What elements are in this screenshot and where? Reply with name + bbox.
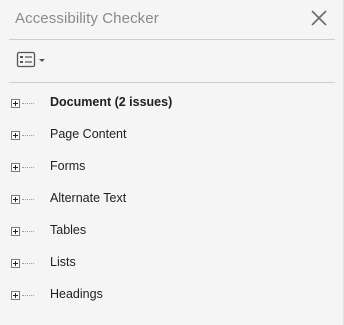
tree-item-alternate-text[interactable]: Alternate Text	[0, 184, 343, 214]
expand-plus-icon[interactable]	[11, 291, 20, 300]
expand-plus-icon[interactable]	[11, 99, 20, 108]
panel-title: Accessibility Checker	[15, 10, 159, 27]
options-list-icon	[16, 51, 45, 68]
tree-connector	[22, 135, 34, 137]
tree-item-forms[interactable]: Forms	[0, 152, 343, 182]
tree-item-label[interactable]: Document (2 issues)	[50, 95, 172, 109]
tree-item-document[interactable]: Document (2 issues)	[0, 88, 343, 118]
tree-connector	[22, 103, 34, 105]
tree-item-label[interactable]: Alternate Text	[50, 191, 126, 205]
accessibility-checker-panel: Accessibility Checker Document (2 issues…	[0, 0, 344, 325]
close-button[interactable]	[307, 7, 331, 31]
tree-connector	[22, 295, 34, 297]
tree-item-label[interactable]: Page Content	[50, 127, 126, 141]
expand-plus-icon[interactable]	[11, 259, 20, 268]
toolbar-divider	[9, 82, 335, 83]
tree-connector	[22, 167, 34, 169]
panel-toolbar	[0, 40, 343, 82]
close-icon	[311, 10, 327, 26]
tree-item-label[interactable]: Forms	[50, 159, 85, 173]
tree-item-lists[interactable]: Lists	[0, 248, 343, 278]
expand-plus-icon[interactable]	[11, 227, 20, 236]
expand-plus-icon[interactable]	[11, 163, 20, 172]
tree-connector	[22, 263, 34, 265]
panel-header: Accessibility Checker	[0, 0, 343, 39]
expand-plus-icon[interactable]	[11, 131, 20, 140]
tree-connector	[22, 199, 34, 201]
tree-item-tables[interactable]: Tables	[0, 216, 343, 246]
tree-item-headings[interactable]: Headings	[0, 280, 343, 310]
tree-item-page-content[interactable]: Page Content	[0, 120, 343, 150]
expand-plus-icon[interactable]	[11, 195, 20, 204]
tree-connector	[22, 231, 34, 233]
options-menu-button[interactable]	[14, 51, 50, 71]
tree-item-label[interactable]: Headings	[50, 287, 103, 301]
tree-item-label[interactable]: Tables	[50, 223, 86, 237]
tree-item-label[interactable]: Lists	[50, 255, 76, 269]
